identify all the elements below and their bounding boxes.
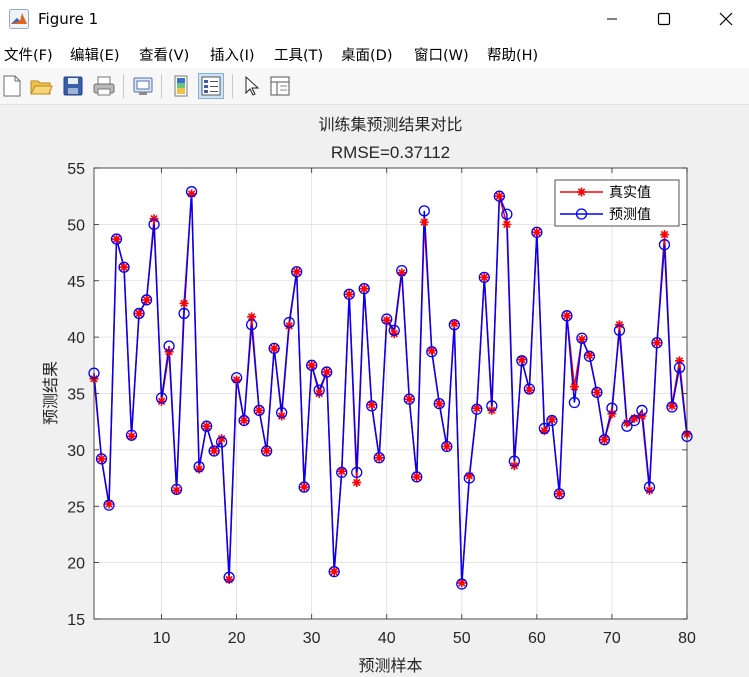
y-tick-label: 50	[67, 217, 85, 234]
legend-marker-asterisk	[577, 187, 586, 197]
chart-title: 训练集预测结果对比	[318, 115, 462, 134]
menu-insert[interactable]: 插入(I)	[210, 44, 255, 65]
link-plot-icon[interactable]	[131, 74, 155, 98]
insert-colorbar-icon[interactable]	[169, 74, 193, 98]
true-point-marker	[352, 478, 362, 488]
x-axis-label: 预测样本	[358, 656, 422, 675]
y-tick-label: 40	[67, 330, 85, 347]
true-point-marker	[179, 298, 189, 308]
save-icon[interactable]	[61, 74, 85, 98]
true-point-marker	[502, 219, 512, 229]
new-file-icon[interactable]	[0, 74, 24, 98]
menu-desktop[interactable]: 桌面(D)	[341, 44, 392, 65]
x-tick-label: 30	[303, 630, 321, 647]
toolbar-separator	[232, 74, 233, 98]
insert-legend-icon[interactable]	[198, 73, 224, 99]
menu-bar: 文件(F) 编辑(E) 查看(V) 插入(I) 工具(T) 桌面(D) 窗口(W…	[0, 38, 749, 68]
y-tick-label: 15	[67, 612, 85, 629]
maximize-icon	[657, 12, 671, 26]
toolbar-separator	[161, 74, 162, 98]
legend-label-pred: 预测值	[609, 207, 651, 223]
maximize-button[interactable]	[641, 0, 687, 38]
menu-tools[interactable]: 工具(T)	[274, 44, 323, 65]
toolbar	[0, 68, 749, 105]
true-point-marker	[419, 217, 429, 227]
chart-subtitle: RMSE=0.37112	[331, 143, 450, 162]
x-tick-label: 70	[603, 630, 621, 647]
x-tick-label: 40	[378, 630, 396, 647]
x-tick-label: 20	[228, 630, 246, 647]
window-title: Figure 1	[38, 10, 99, 28]
x-tick-label: 50	[453, 630, 471, 647]
minimize-button[interactable]	[589, 0, 635, 38]
x-tick-label: 10	[153, 630, 171, 647]
title-bar: Figure 1	[0, 0, 749, 38]
open-folder-icon[interactable]	[29, 74, 53, 98]
menu-window[interactable]: 窗口(W)	[414, 44, 469, 65]
x-tick-label: 60	[528, 630, 546, 647]
y-tick-label: 25	[67, 499, 85, 516]
legend-asterisk-icon	[577, 187, 586, 197]
close-button[interactable]	[703, 0, 749, 38]
x-tick-label: 80	[678, 630, 696, 647]
matlab-app-icon	[9, 9, 29, 29]
y-tick-label: 55	[67, 161, 85, 178]
toolbar-separator	[123, 74, 124, 98]
true-point-marker	[659, 230, 669, 240]
menu-view[interactable]: 查看(V)	[139, 44, 189, 65]
y-tick-label: 30	[67, 443, 85, 460]
menu-help[interactable]: 帮助(H)	[487, 44, 538, 65]
edit-plot-cursor-icon[interactable]	[240, 74, 264, 98]
menu-file[interactable]: 文件(F)	[4, 44, 53, 65]
figure-canvas: 15 20 25 30 35 40 45 50 55 10 20 30 40 50 60 70 80 训练集预测…	[0, 105, 749, 677]
chart: 15 20 25 30 35 40 45 50 55 10 20 30 40 50 60 70 80 训练集预测…	[41, 115, 696, 675]
close-icon	[719, 12, 733, 26]
y-tick-label: 35	[67, 387, 85, 404]
legend[interactable]: 真实值 预测值	[554, 179, 680, 227]
y-tick-label: 45	[67, 274, 85, 291]
legend-label-true: 真实值	[609, 185, 651, 201]
y-tick-label: 20	[67, 556, 85, 573]
print-icon[interactable]	[92, 74, 116, 98]
menu-edit[interactable]: 编辑(E)	[70, 44, 119, 65]
property-inspector-icon[interactable]	[268, 74, 292, 98]
minimize-icon	[607, 18, 617, 20]
y-axis-label: 预测结果	[41, 361, 60, 425]
